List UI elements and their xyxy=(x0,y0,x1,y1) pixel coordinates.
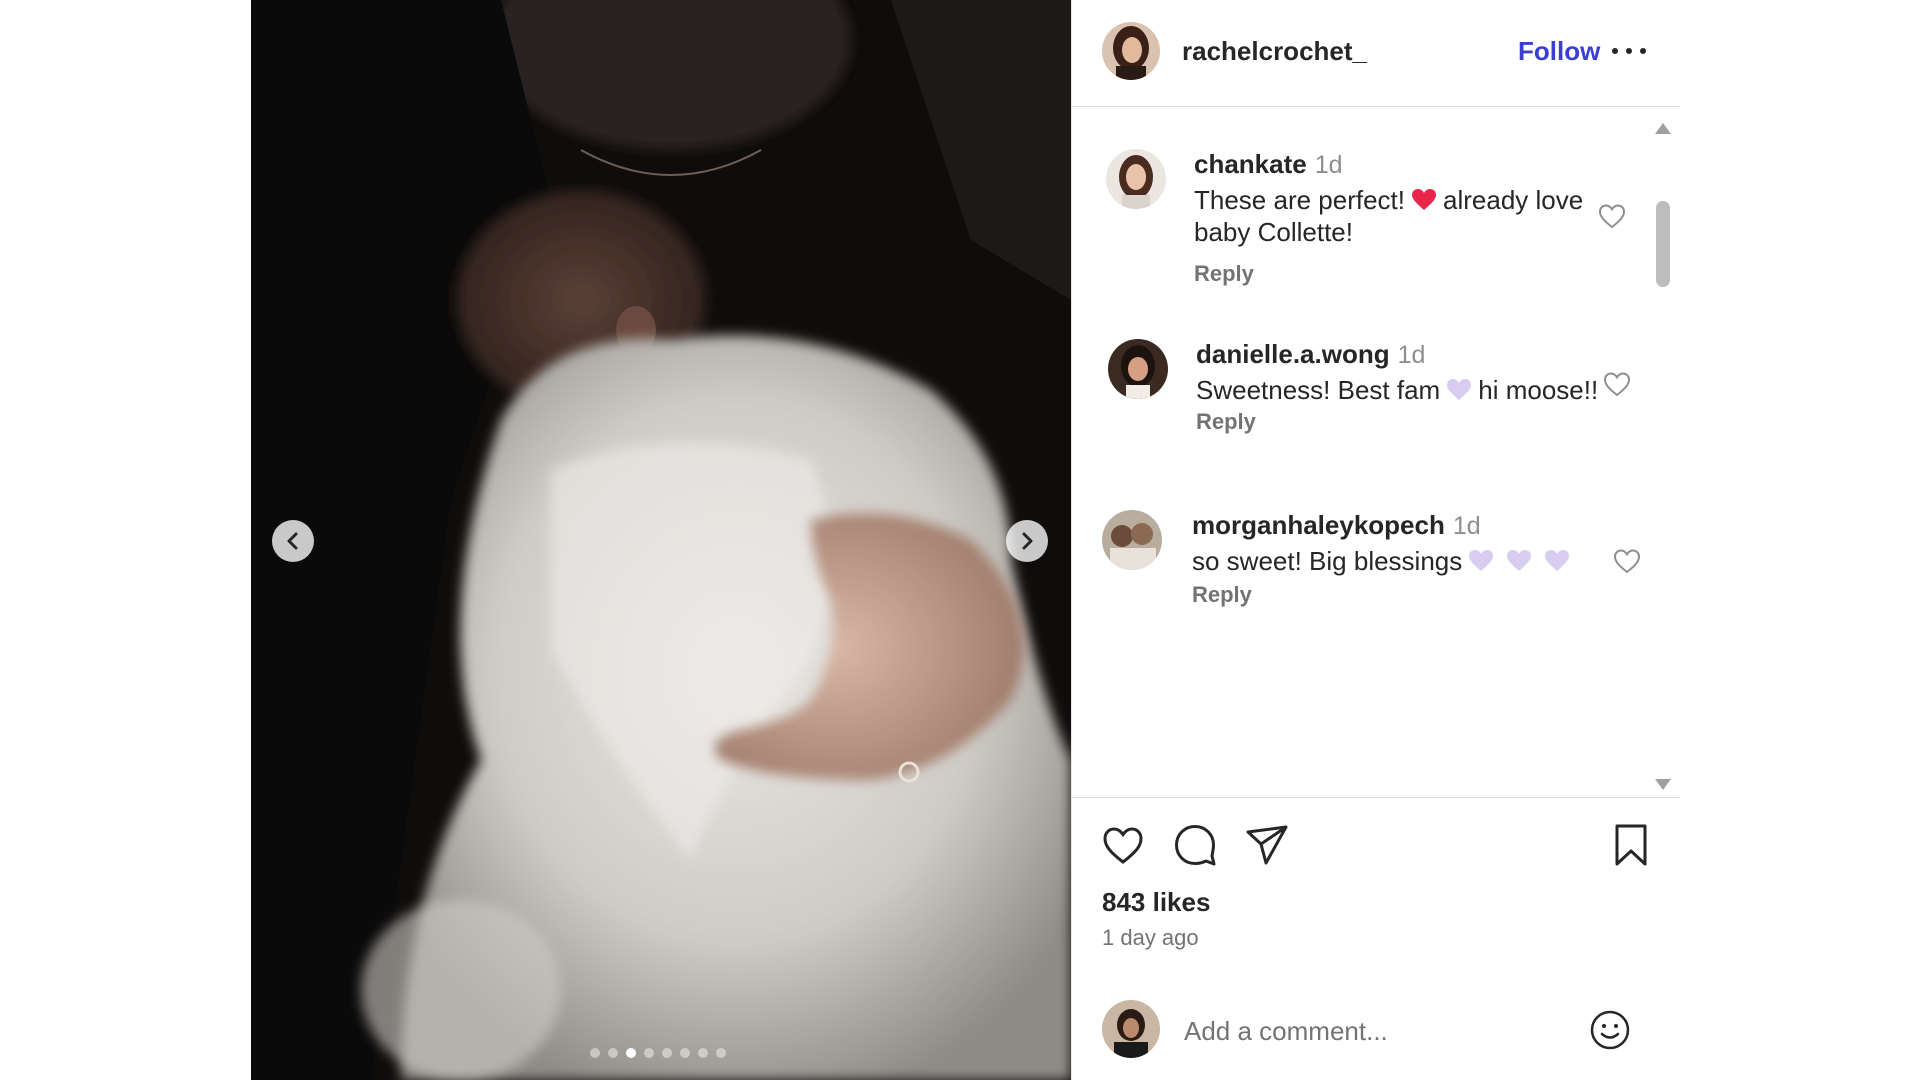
red-heart-emoji-icon xyxy=(1412,189,1436,210)
comment-item: danielle.a.wong 1d Sweetness! Best fam hi … xyxy=(1072,339,1642,469)
lavender-heart-emoji-icon xyxy=(1545,550,1570,571)
author-username[interactable]: rachelcrochet_ xyxy=(1182,36,1367,67)
commenter-avatar[interactable] xyxy=(1106,149,1166,209)
lavender-heart-emoji-icon xyxy=(1507,550,1532,571)
comment-username[interactable]: morganhaleykopech xyxy=(1192,510,1445,540)
comment-like-heart-icon[interactable] xyxy=(1602,369,1632,399)
comment-text-part: hi moose!! xyxy=(1478,375,1599,405)
commenter-avatar[interactable] xyxy=(1102,510,1162,570)
comment-username[interactable]: chankate xyxy=(1194,149,1307,179)
post-timestamp: 1 day ago xyxy=(1102,925,1199,950)
post-header: rachelcrochet_ Follow xyxy=(1072,0,1680,107)
comment-username[interactable]: danielle.a.wong xyxy=(1196,339,1390,369)
emoji-picker-icon[interactable] xyxy=(1588,1008,1632,1052)
like-heart-icon[interactable] xyxy=(1100,822,1146,868)
more-options-icon[interactable] xyxy=(1612,36,1646,66)
carousel-dot xyxy=(716,1048,726,1058)
carousel-prev-button[interactable] xyxy=(272,520,314,562)
author-avatar[interactable] xyxy=(1102,22,1160,80)
follow-button[interactable]: Follow xyxy=(1518,36,1600,67)
chevron-right-icon xyxy=(1022,532,1033,550)
comment-time: 1d xyxy=(1314,151,1343,179)
carousel-dot xyxy=(590,1048,600,1058)
actions-divider xyxy=(1072,797,1680,798)
reply-button[interactable]: Reply xyxy=(1194,261,1254,287)
commenter-avatar[interactable] xyxy=(1108,339,1168,399)
likes-count[interactable]: 843 likes xyxy=(1102,887,1210,918)
comment-item: chankate 1d These are perfect! already lov… xyxy=(1072,149,1642,299)
comments-list[interactable]: chankate 1d These are perfect! already lov… xyxy=(1072,107,1680,797)
comment-text: These are perfect! already love baby Coll… xyxy=(1194,184,1614,248)
comment-text: Sweetness! Best fam hi moose!! xyxy=(1196,374,1616,406)
comment-text-part: Sweetness! Best fam xyxy=(1196,375,1441,405)
carousel-dot xyxy=(680,1048,690,1058)
lavender-heart-emoji-icon xyxy=(1469,550,1494,571)
post-side-panel: rachelcrochet_ Follow chankate 1d These … xyxy=(1071,0,1680,1080)
comment-time: 1d xyxy=(1452,512,1481,540)
share-paper-plane-icon[interactable] xyxy=(1244,822,1290,868)
comment-bubble-icon[interactable] xyxy=(1172,822,1218,868)
post-photo xyxy=(251,0,1071,1080)
save-bookmark-icon[interactable] xyxy=(1608,822,1654,868)
scroll-up-arrow-icon[interactable] xyxy=(1655,123,1671,134)
post-media xyxy=(251,0,1071,1080)
comment-item: morganhaleykopech 1d so sweet! Big blessi… xyxy=(1072,510,1642,640)
comment-like-heart-icon[interactable] xyxy=(1612,546,1642,576)
add-comment-row xyxy=(1072,990,1680,1080)
reply-button[interactable]: Reply xyxy=(1192,582,1252,608)
current-user-avatar xyxy=(1102,1000,1160,1058)
carousel-dot xyxy=(662,1048,672,1058)
comment-like-heart-icon[interactable] xyxy=(1597,201,1627,231)
comment-text-part: so sweet! Big blessings xyxy=(1192,546,1463,576)
comments-scrollbar[interactable] xyxy=(1652,115,1671,795)
carousel-next-button[interactable] xyxy=(1006,520,1048,562)
scroll-thumb[interactable] xyxy=(1656,201,1670,287)
carousel-dot xyxy=(644,1048,654,1058)
lavender-heart-emoji-icon xyxy=(1447,379,1472,400)
chevron-left-icon xyxy=(287,532,298,550)
comment-time: 1d xyxy=(1397,341,1426,369)
add-comment-input[interactable] xyxy=(1182,1012,1586,1050)
reply-button[interactable]: Reply xyxy=(1196,409,1256,435)
carousel-dot xyxy=(698,1048,708,1058)
carousel-indicator xyxy=(590,1048,726,1058)
carousel-dot xyxy=(626,1048,636,1058)
scroll-down-arrow-icon[interactable] xyxy=(1655,779,1671,790)
comment-text-part: These are perfect! xyxy=(1194,185,1405,215)
carousel-dot xyxy=(608,1048,618,1058)
comment-text: so sweet! Big blessings xyxy=(1192,545,1632,577)
